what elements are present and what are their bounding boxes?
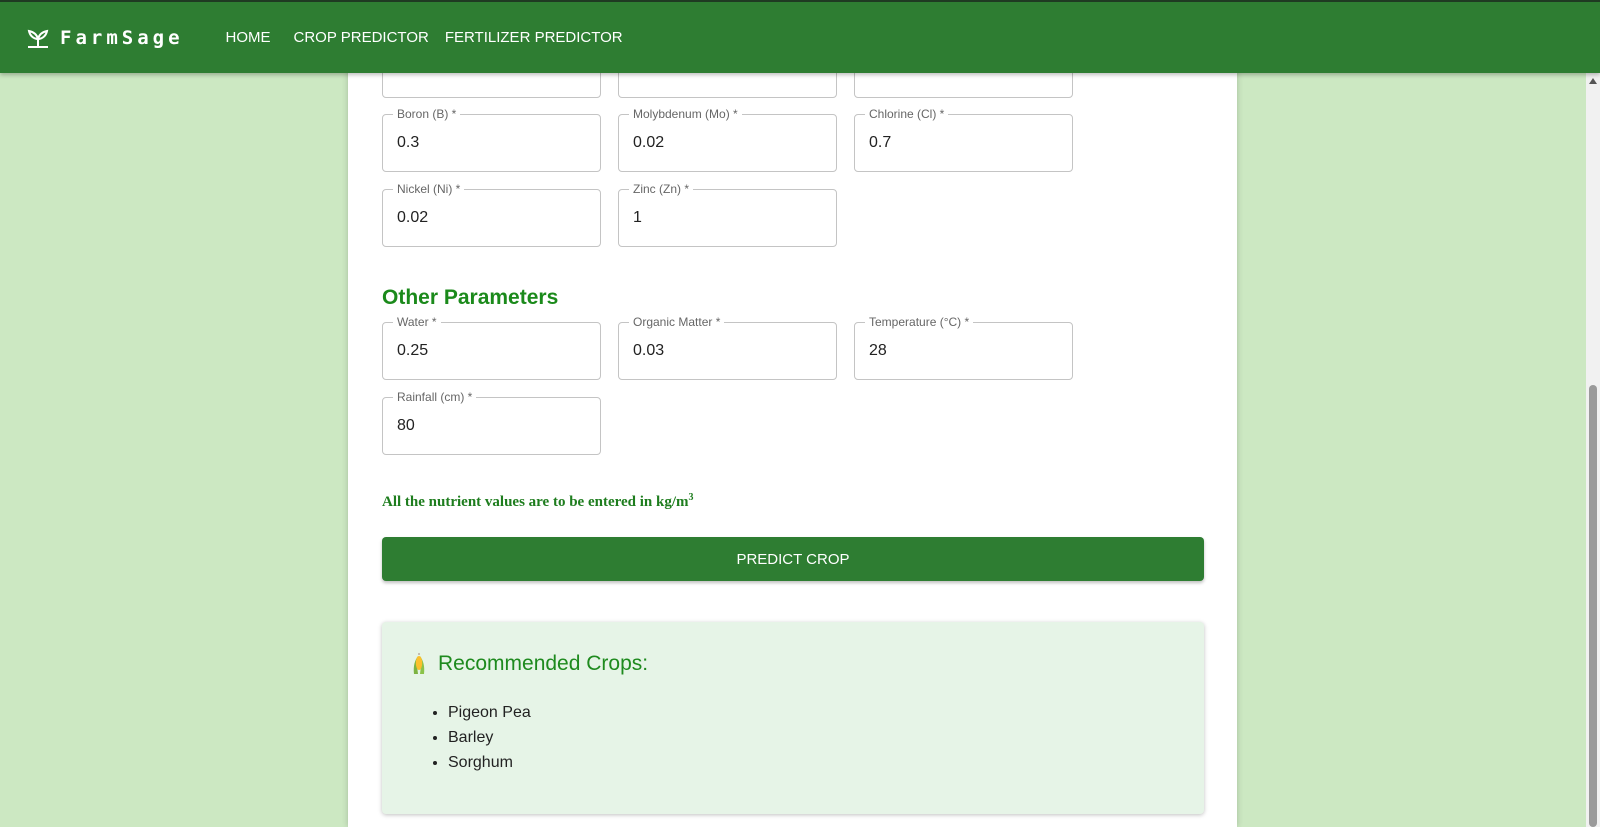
molybdenum-field[interactable]: Molybdenum (Mo) * 0.02 [618,107,837,172]
boron-field[interactable]: Boron (B) * 0.3 [382,107,601,172]
rainfall-label: Rainfall (cm) * [393,390,477,404]
list-item: Sorghum [448,750,531,775]
units-note-text: All the nutrient values are to be entere… [382,494,689,510]
nav-fertilizer-predictor[interactable]: FERTILIZER PREDICTOR [437,21,631,54]
nav-links: HOME CROP PREDICTOR FERTILIZER PREDICTOR [218,21,631,54]
brand-name: FarmSage [60,26,184,49]
temperature-label: Temperature (°C) * [865,315,974,329]
zinc-label: Zinc (Zn) * [629,182,694,196]
top-navbar: FarmSage HOME CROP PREDICTOR FERTILIZER … [0,0,1600,73]
chlorine-label: Chlorine (Cl) * [865,107,949,121]
nav-crop-predictor[interactable]: CROP PREDICTOR [286,21,437,54]
water-value: 0.25 [397,342,429,359]
chlorine-field[interactable]: Chlorine (Cl) * 0.7 [854,107,1073,172]
units-note-superscript: 3 [688,492,694,503]
scrollbar[interactable] [1586,73,1600,827]
chlorine-value: 0.7 [869,134,892,151]
nickel-label: Nickel (Ni) * [393,182,465,196]
organic-matter-value: 0.03 [633,342,665,359]
scroll-thumb[interactable] [1589,385,1597,827]
recommendation-header: Recommended Crops: [410,652,648,676]
molybdenum-label: Molybdenum (Mo) * [629,107,742,121]
boron-label: Boron (B) * [393,107,461,121]
nickel-field[interactable]: Nickel (Ni) * 0.02 [382,182,601,247]
corn-icon [410,652,428,676]
zinc-value: 1 [633,209,642,226]
rainfall-value: 80 [397,417,415,434]
water-label: Water * [393,315,441,329]
organic-matter-label: Organic Matter * [629,315,725,329]
other-parameters-heading: Other Parameters [382,286,559,309]
molybdenum-value: 0.02 [633,134,665,151]
list-item: Pigeon Pea [448,700,531,725]
brand[interactable]: FarmSage [26,27,184,49]
temperature-value: 28 [869,342,887,359]
recommendation-panel: Recommended Crops: Pigeon Pea Barley Sor… [382,622,1204,814]
nickel-value: 0.02 [397,209,429,226]
boron-value: 0.3 [397,134,420,151]
nav-home[interactable]: HOME [218,21,279,54]
rainfall-field[interactable]: Rainfall (cm) * 80 [382,390,601,455]
list-item: Barley [448,725,531,750]
crop-list: Pigeon Pea Barley Sorghum [448,700,531,775]
sprout-icon [26,27,50,49]
organic-matter-field[interactable]: Organic Matter * 0.03 [618,315,837,380]
units-note: All the nutrient values are to be entere… [382,492,694,511]
predict-crop-button[interactable]: PREDICT CROP [382,537,1204,581]
temperature-field[interactable]: Temperature (°C) * 28 [854,315,1073,380]
scroll-up-arrow-icon[interactable] [1589,78,1597,84]
recommended-crops-title: Recommended Crops: [438,652,649,675]
zinc-field[interactable]: Zinc (Zn) * 1 [618,182,837,247]
water-field[interactable]: Water * 0.25 [382,315,601,380]
